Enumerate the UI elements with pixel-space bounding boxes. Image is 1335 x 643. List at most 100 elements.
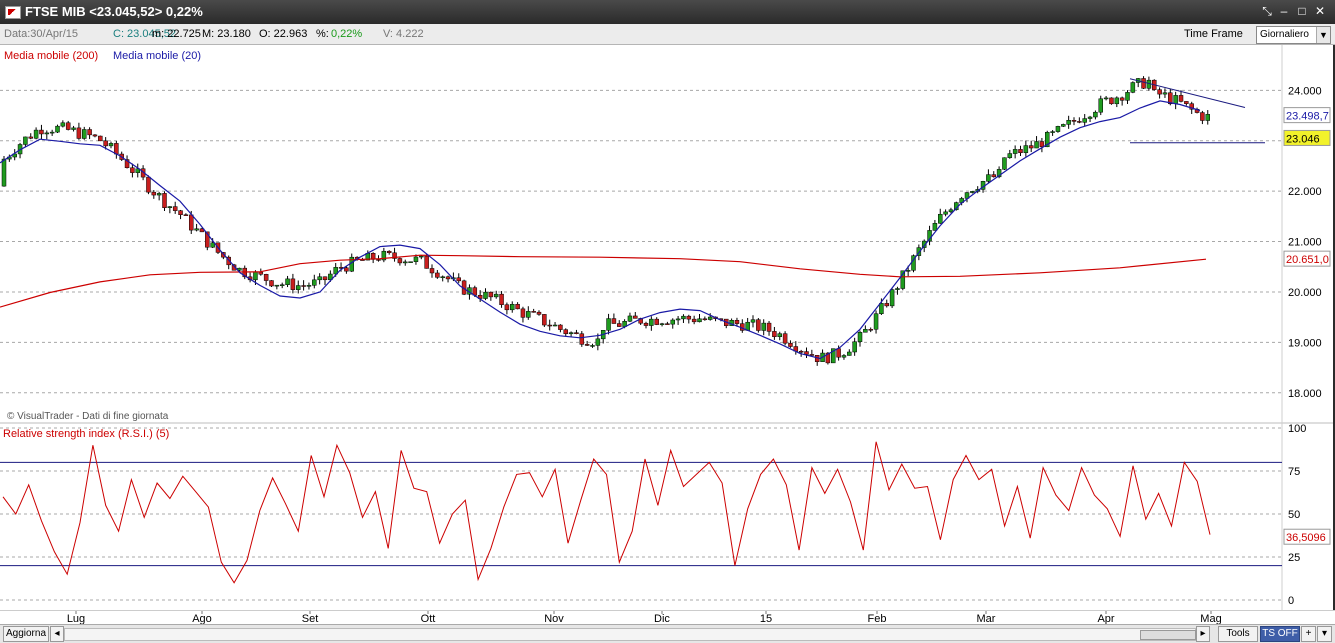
horizontal-scrollbar[interactable]: [64, 628, 1196, 641]
candle-body: [440, 276, 445, 279]
scroll-left-button[interactable]: ◂: [50, 626, 64, 642]
candle-body: [702, 318, 708, 321]
rsi-tick-label: 75: [1288, 466, 1300, 478]
quote-min: m: 22.725: [152, 28, 201, 40]
ts-off-button[interactable]: TS OFF: [1260, 626, 1300, 642]
candle-body: [103, 140, 108, 147]
window-title: FTSE MIB <23.045,52> 0,22%: [25, 4, 203, 19]
candle-body: [1039, 141, 1045, 148]
candle-body: [49, 131, 55, 134]
candle-body: [146, 176, 151, 193]
candle-body: [681, 315, 686, 320]
grid-lines: [0, 45, 1333, 610]
candle-body: [905, 270, 911, 272]
candle-body: [766, 322, 772, 332]
chevron-down-icon[interactable]: ▼: [1316, 27, 1330, 43]
candle-body: [263, 274, 269, 281]
candle-body: [44, 132, 50, 135]
candle-body: [290, 278, 296, 290]
candle-body: [863, 329, 868, 333]
candle-body: [520, 308, 526, 318]
minimize-button[interactable]: –: [1276, 4, 1292, 19]
timeframe-value: Giornaliero: [1260, 29, 1309, 40]
candle-body: [675, 318, 681, 321]
candle-body: [558, 324, 563, 330]
timeframe-select[interactable]: Giornaliero ▼: [1256, 26, 1331, 44]
rsi-tick-label: 50: [1288, 509, 1300, 521]
candle-body: [643, 322, 649, 326]
candle-body: [151, 191, 157, 196]
candle-body: [210, 242, 215, 248]
candle-body: [344, 267, 349, 272]
price-tick-label: 21.000: [1288, 237, 1322, 249]
candle-body: [932, 223, 938, 231]
scrollbar-thumb[interactable]: [1140, 630, 1196, 640]
candle-body: [1103, 97, 1109, 100]
price-tick-label: 18.000: [1288, 388, 1322, 400]
quote-volume: V: 4.222: [383, 28, 424, 40]
candle-body: [301, 285, 306, 287]
candle-body: [1200, 112, 1205, 121]
candle-body: [1119, 97, 1125, 101]
candle-body: [1125, 92, 1130, 101]
candle-body: [55, 125, 60, 133]
candle-body: [408, 261, 413, 263]
candle-body: [1114, 97, 1120, 105]
candle-body: [156, 193, 162, 196]
rsi-title: Relative strength index (R.S.I.) (5): [3, 428, 170, 440]
rsi-tick-label: 25: [1288, 552, 1300, 564]
candle-body: [1077, 121, 1082, 123]
candle-body: [782, 333, 788, 344]
candle-body: [167, 206, 173, 208]
candle-body: [317, 276, 322, 281]
bottom-toolbar: Aggiorna ◂ ▸ Tools TS OFF + ▾: [0, 624, 1335, 643]
add-button[interactable]: +: [1301, 626, 1316, 642]
timeframe-label: Time Frame: [1184, 28, 1243, 40]
pin-icon[interactable]: ⤡: [1259, 4, 1275, 19]
chart-area[interactable]: 24.00023.00022.00021.00020.00019.00018.0…: [0, 45, 1333, 610]
candle-body: [686, 315, 692, 320]
candle-body: [253, 271, 258, 281]
candle-body: [23, 136, 28, 145]
price-tick-label: 22.000: [1288, 186, 1322, 198]
candle-body: [92, 134, 98, 137]
candle-body: [579, 333, 585, 345]
candle-body: [1002, 157, 1007, 170]
candle-body: [574, 332, 579, 334]
candle-body: [65, 122, 71, 130]
candle-body: [670, 319, 675, 325]
price-chart[interactable]: 24.00023.00022.00021.00020.00019.00018.0…: [0, 45, 1333, 610]
candle-body: [1007, 153, 1013, 158]
candle-body: [376, 259, 381, 261]
candle-body: [938, 213, 943, 224]
candle-body: [847, 351, 852, 356]
quote-open: O: 22.963: [259, 28, 308, 40]
dropdown-button[interactable]: ▾: [1317, 626, 1332, 642]
legend-ma20: Media mobile (20): [113, 50, 202, 62]
candle-body: [258, 271, 264, 275]
ma20-line: [0, 100, 1201, 360]
candle-body: [804, 351, 809, 355]
candle-body: [563, 329, 568, 335]
refresh-button[interactable]: Aggiorna: [3, 626, 49, 642]
close-button[interactable]: ✕: [1312, 4, 1328, 19]
candle-body: [777, 333, 782, 337]
rsi-tick-label: 100: [1288, 423, 1306, 435]
maximize-button[interactable]: □: [1294, 4, 1310, 19]
candle-body: [879, 303, 884, 314]
candle-body: [857, 332, 863, 342]
candle-body: [76, 127, 82, 139]
app-icon: [5, 6, 21, 19]
candle-body: [386, 250, 392, 254]
candle-body: [71, 127, 76, 130]
tools-button[interactable]: Tools: [1218, 626, 1258, 642]
candle-body: [617, 323, 622, 327]
candle-body: [269, 280, 274, 287]
candle-body: [1055, 126, 1061, 132]
candle-body: [590, 345, 595, 347]
candle-body: [659, 323, 665, 325]
candle-body: [130, 167, 135, 173]
quote-date: Data:30/Apr/15: [4, 28, 78, 40]
scroll-right-button[interactable]: ▸: [1196, 626, 1210, 642]
candle-body: [606, 318, 611, 331]
